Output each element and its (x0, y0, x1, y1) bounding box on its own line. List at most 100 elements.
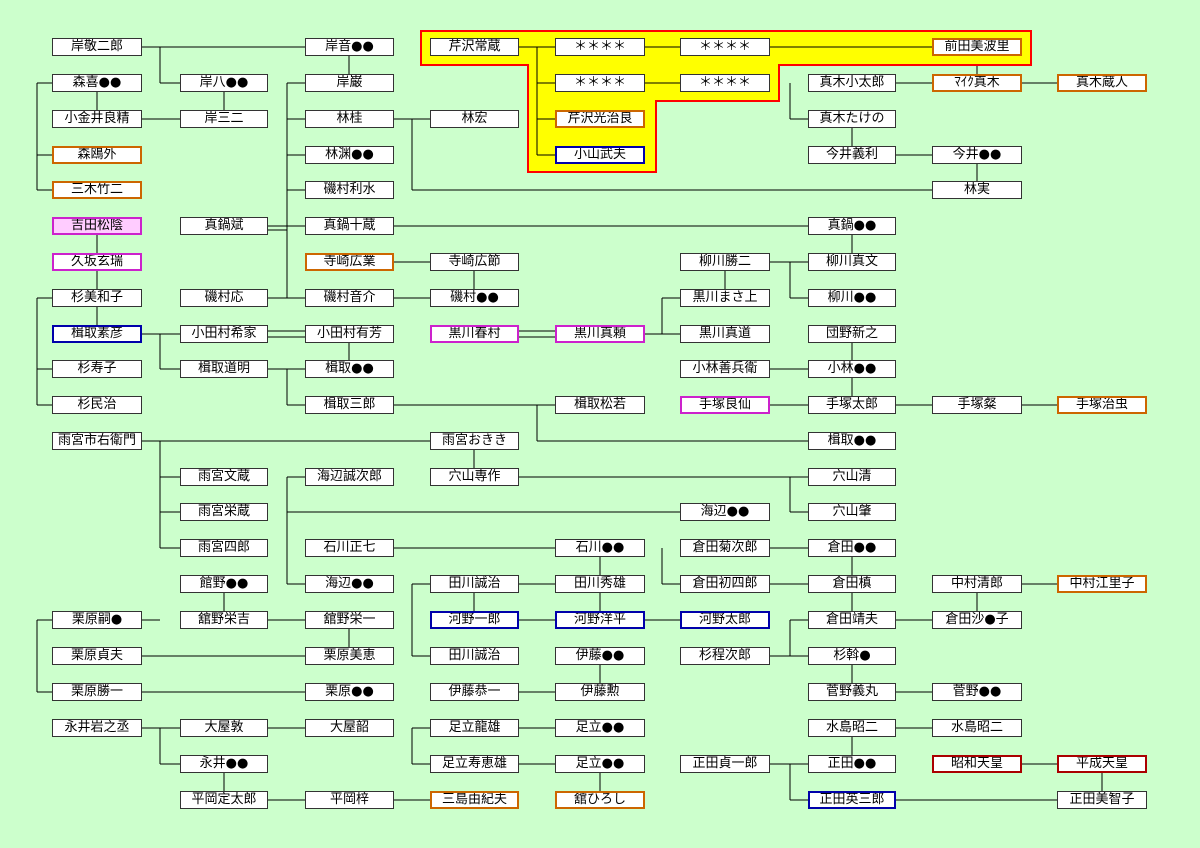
person-node: 水島昭二 (808, 719, 896, 737)
person-node: 森鴎外 (52, 146, 142, 164)
person-node: ＊＊＊＊ (680, 38, 770, 56)
person-node: 石川正七 (305, 539, 394, 557)
person-node: 中村江里子 (1057, 575, 1147, 593)
person-node: 田川秀雄 (555, 575, 645, 593)
person-node: 舘野栄吉 (180, 611, 268, 629)
family-tree-chart: 岸敬二郎 森喜●● 小金井良精 森鴎外 三木竹二 吉田松陰 久坂玄瑞 杉美和子 … (0, 0, 1200, 848)
person-node: 菅野●● (932, 683, 1022, 701)
person-node: 足立寿恵雄 (430, 755, 519, 773)
person-node: 倉田●● (808, 539, 896, 557)
person-node: 足立●● (555, 755, 645, 773)
person-node: 杉斡● (808, 647, 896, 665)
person-node: 舘ひろし (555, 791, 645, 809)
person-node: ＊＊＊＊ (555, 38, 645, 56)
person-node: 足立龍雄 (430, 719, 519, 737)
person-node: 伊藤勲 (555, 683, 645, 701)
person-node: 杉美和子 (52, 289, 142, 307)
person-node: 手塚治虫 (1057, 396, 1147, 414)
person-node: 杉寿子 (52, 360, 142, 378)
person-node: 中村清郎 (932, 575, 1022, 593)
person-node: 杉民治 (52, 396, 142, 414)
person-node: 正田●● (808, 755, 896, 773)
person-node: 倉田沙●子 (932, 611, 1022, 629)
person-node: 森喜●● (52, 74, 142, 92)
person-node: 河野一郎 (430, 611, 519, 629)
person-node: ＊＊＊＊ (680, 74, 770, 92)
person-node: 館野●● (180, 575, 268, 593)
person-node: 真木小太郎 (808, 74, 896, 92)
person-node: 河野太郎 (680, 611, 770, 629)
person-node: 小田村有芳 (305, 325, 394, 343)
person-node: 平岡定太郎 (180, 791, 268, 809)
person-node: 海辺●● (305, 575, 394, 593)
person-node: 小金井良精 (52, 110, 142, 128)
person-node: 真木蔵人 (1057, 74, 1147, 92)
person-node: 吉田松陰 (52, 217, 142, 235)
person-node: 平成天皇 (1057, 755, 1147, 773)
person-node: 栗原貞夫 (52, 647, 142, 665)
person-node: 磯村応 (180, 289, 268, 307)
person-node: 河野洋平 (555, 611, 645, 629)
person-node: 今井義利 (808, 146, 896, 164)
person-node: 永井岩之丞 (52, 719, 142, 737)
person-node: 小田村希家 (180, 325, 268, 343)
person-node: 田川誠治 (430, 647, 519, 665)
person-node: 倉田初四郎 (680, 575, 770, 593)
person-node: 芹沢光治良 (555, 110, 645, 128)
person-node: 黒川春村 (430, 325, 519, 343)
person-node: 岸音●● (305, 38, 394, 56)
person-node: ＊＊＊＊ (555, 74, 645, 92)
person-node: 昭和天皇 (932, 755, 1022, 773)
person-node: 舘野栄一 (305, 611, 394, 629)
person-node: 倉田菊次郎 (680, 539, 770, 557)
person-node: 真木たけの (808, 110, 896, 128)
person-node: 栗原嗣● (52, 611, 142, 629)
person-node: 柳川真文 (808, 253, 896, 271)
person-node: 田川誠治 (430, 575, 519, 593)
person-node: 杉程次郎 (680, 647, 770, 665)
person-node: 三島由紀夫 (430, 791, 519, 809)
person-node: 楫取三郎 (305, 396, 394, 414)
person-node: 寺崎広業 (305, 253, 394, 271)
person-node: 岸敬二郎 (52, 38, 142, 56)
person-node: 正田美智子 (1057, 791, 1147, 809)
person-node: 三木竹二 (52, 181, 142, 199)
person-node: 栗原勝一 (52, 683, 142, 701)
person-node: 石川●● (555, 539, 645, 557)
person-node: 楫取●● (305, 360, 394, 378)
person-node: 大屋韶 (305, 719, 394, 737)
person-node: 磯村利水 (305, 181, 394, 199)
person-node: 海辺●● (680, 503, 770, 521)
person-node: 雨宮おきき (430, 432, 519, 450)
person-node: 楫取松若 (555, 396, 645, 414)
person-node: 黒川真道 (680, 325, 770, 343)
person-node: 楫取●● (808, 432, 896, 450)
person-node: 久坂玄瑞 (52, 253, 142, 271)
person-node: 雨宮文蔵 (180, 468, 268, 486)
person-node: 倉田槙 (808, 575, 896, 593)
person-node: 手塚良仙 (680, 396, 770, 414)
person-node: 磯村音介 (305, 289, 394, 307)
person-node: 穴山肇 (808, 503, 896, 521)
person-node: 柳川●● (808, 289, 896, 307)
person-node: 寺崎広節 (430, 253, 519, 271)
person-node: 芹沢常蔵 (430, 38, 519, 56)
person-node: 足立●● (555, 719, 645, 737)
person-node: 水島昭二 (932, 719, 1022, 737)
person-node: 伊藤●● (555, 647, 645, 665)
person-node: 林実 (932, 181, 1022, 199)
person-node: 楫取道明 (180, 360, 268, 378)
person-node: 正田貞一郎 (680, 755, 770, 773)
person-node: 真鍋●● (808, 217, 896, 235)
person-node: 黒川真頼 (555, 325, 645, 343)
person-node: 手塚粲 (932, 396, 1022, 414)
person-node: 菅野義丸 (808, 683, 896, 701)
person-node: 正田英三郎 (808, 791, 896, 809)
person-node: 林桂 (305, 110, 394, 128)
person-node: 前田美波里 (932, 38, 1022, 56)
person-node: 海辺誠次郎 (305, 468, 394, 486)
person-node: 真鍋十蔵 (305, 217, 394, 235)
person-node: 林渊●● (305, 146, 394, 164)
person-node: 伊藤恭一 (430, 683, 519, 701)
person-node: 倉田靖夫 (808, 611, 896, 629)
